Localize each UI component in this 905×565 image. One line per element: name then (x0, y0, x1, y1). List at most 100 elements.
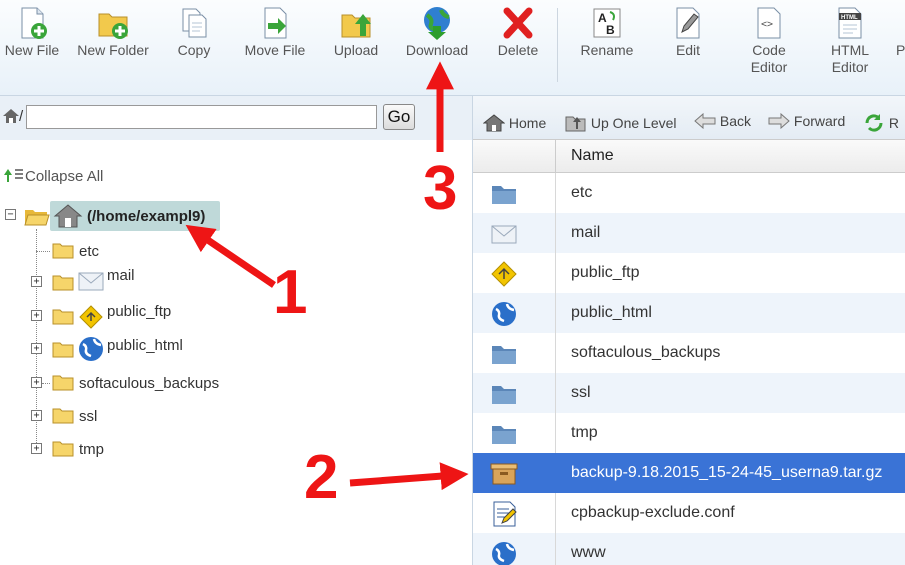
reload-label: R (888, 115, 900, 131)
delete-button[interactable]: Delete (495, 6, 541, 59)
home-nav-label: Home (508, 115, 547, 131)
home-icon (53, 204, 83, 228)
folder-icon (52, 243, 74, 259)
file-list-pane: Home Up One Level Back Forward R Name et… (472, 96, 905, 565)
file-row[interactable]: backup-9.18.2015_15-24-45_userna9.tar.gz (473, 453, 905, 493)
file-row[interactable]: tmp (473, 413, 905, 453)
expand-toggle-icon[interactable]: + (31, 410, 42, 421)
go-button[interactable]: Go (383, 104, 415, 130)
svg-text:<>: <> (761, 19, 773, 30)
home-icon (482, 114, 506, 132)
globe-icon (490, 541, 518, 565)
file-name: backup-9.18.2015_15-24-45_userna9.tar.gz (571, 464, 883, 481)
folder-icon (52, 408, 74, 424)
home-icon (3, 109, 19, 123)
reload-button[interactable]: R (863, 113, 899, 133)
ftp-icon (490, 261, 518, 287)
tree-guide (36, 251, 50, 252)
file-manager: New File New Folder Copy Move File Uploa… (0, 0, 905, 565)
file-icon-cell (473, 373, 556, 413)
back-arrow-icon (694, 112, 716, 130)
tree-item-label: public_html (107, 337, 183, 354)
rename-icon: AB (593, 8, 621, 38)
file-name: cpbackup-exclude.conf (571, 504, 735, 521)
folder-icon (52, 375, 74, 391)
annotation-step-1: 1 (273, 258, 308, 327)
copy-button[interactable]: Copy (174, 6, 214, 59)
file-row[interactable]: mail (473, 213, 905, 253)
annotation-step-2: 2 (304, 443, 339, 512)
forward-label: Forward (793, 113, 846, 129)
home-nav-button[interactable]: Home (482, 113, 547, 133)
file-row[interactable]: public_html (473, 293, 905, 333)
file-row[interactable]: public_ftp (473, 253, 905, 293)
copy-label: Copy (177, 42, 211, 58)
tree-item-label: public_ftp (107, 303, 172, 320)
path-prefix: / (19, 108, 24, 125)
file-name: ssl (571, 384, 591, 401)
code-editor-label-2: Editor (750, 59, 788, 75)
new-file-button[interactable]: New File (4, 6, 60, 59)
new-file-icon (21, 7, 47, 39)
forward-arrow-icon (768, 112, 790, 130)
file-name: www (571, 544, 606, 561)
file-icon-cell (473, 213, 556, 253)
file-name: public_html (571, 304, 652, 321)
file-row[interactable]: etc (473, 173, 905, 213)
expand-toggle-icon[interactable]: + (31, 310, 42, 321)
delete-icon (503, 7, 533, 39)
upload-button[interactable]: Upload (332, 6, 380, 59)
code-editor-label-1: Code (752, 42, 786, 58)
forward-button[interactable]: Forward (768, 112, 846, 130)
download-button[interactable]: Download (404, 6, 470, 59)
move-file-button[interactable]: Move File (242, 6, 308, 59)
download-icon (424, 7, 450, 40)
folder-tree-pane: / Go Collapse All − (/home/exampl9) etc … (0, 96, 472, 565)
file-name: softaculous_backups (571, 344, 721, 361)
html-editor-button[interactable]: HTML HTML Editor (826, 6, 874, 76)
archive-icon (490, 461, 518, 487)
expand-toggle-icon[interactable]: + (31, 343, 42, 354)
open-folder-icon (24, 210, 50, 226)
folder-icon (52, 275, 74, 291)
file-row[interactable]: ssl (473, 373, 905, 413)
folder-icon (490, 421, 518, 447)
html-editor-label-2: Editor (831, 59, 869, 75)
folder-icon (490, 341, 518, 367)
file-icon-cell (473, 453, 556, 493)
expand-toggle-icon[interactable]: + (31, 377, 42, 388)
globe-icon (490, 301, 518, 327)
back-button[interactable]: Back (694, 112, 752, 130)
up-level-icon (565, 116, 586, 132)
file-icon-cell (473, 533, 556, 565)
up-one-level-button[interactable]: Up One Level (565, 113, 677, 133)
rename-label: Rename (580, 42, 634, 58)
tree-item-label: mail (107, 267, 135, 284)
new-folder-button[interactable]: New Folder (76, 6, 150, 59)
file-row[interactable]: cpbackup-exclude.conf (473, 493, 905, 533)
collapse-toggle-icon[interactable]: − (5, 209, 16, 220)
tree-root-label[interactable]: (/home/exampl9) (87, 208, 205, 225)
expand-toggle-icon[interactable]: + (31, 443, 42, 454)
name-column-header[interactable]: Name (571, 147, 614, 165)
edit-button[interactable]: Edit (670, 6, 706, 59)
permissions-button[interactable]: P (896, 42, 905, 59)
path-input[interactable] (26, 105, 377, 129)
expand-toggle-icon[interactable]: + (31, 276, 42, 287)
svg-text:B: B (606, 23, 615, 37)
collapse-all-label: Collapse All (25, 168, 104, 185)
file-row[interactable]: www (473, 533, 905, 565)
collapse-all-icon (4, 169, 23, 182)
mail-icon (78, 272, 104, 291)
back-label: Back (719, 113, 752, 129)
rename-button[interactable]: AB Rename (578, 6, 636, 59)
file-icon-cell (473, 173, 556, 213)
file-row[interactable]: softaculous_backups (473, 333, 905, 373)
file-icon-cell (473, 333, 556, 373)
config-file-icon (490, 501, 518, 527)
code-editor-button[interactable]: <> Code Editor (746, 6, 792, 76)
file-name: mail (571, 224, 601, 241)
download-label: Download (405, 42, 469, 58)
reload-icon (865, 114, 883, 132)
collapse-all-link[interactable]: Collapse All (3, 167, 103, 185)
